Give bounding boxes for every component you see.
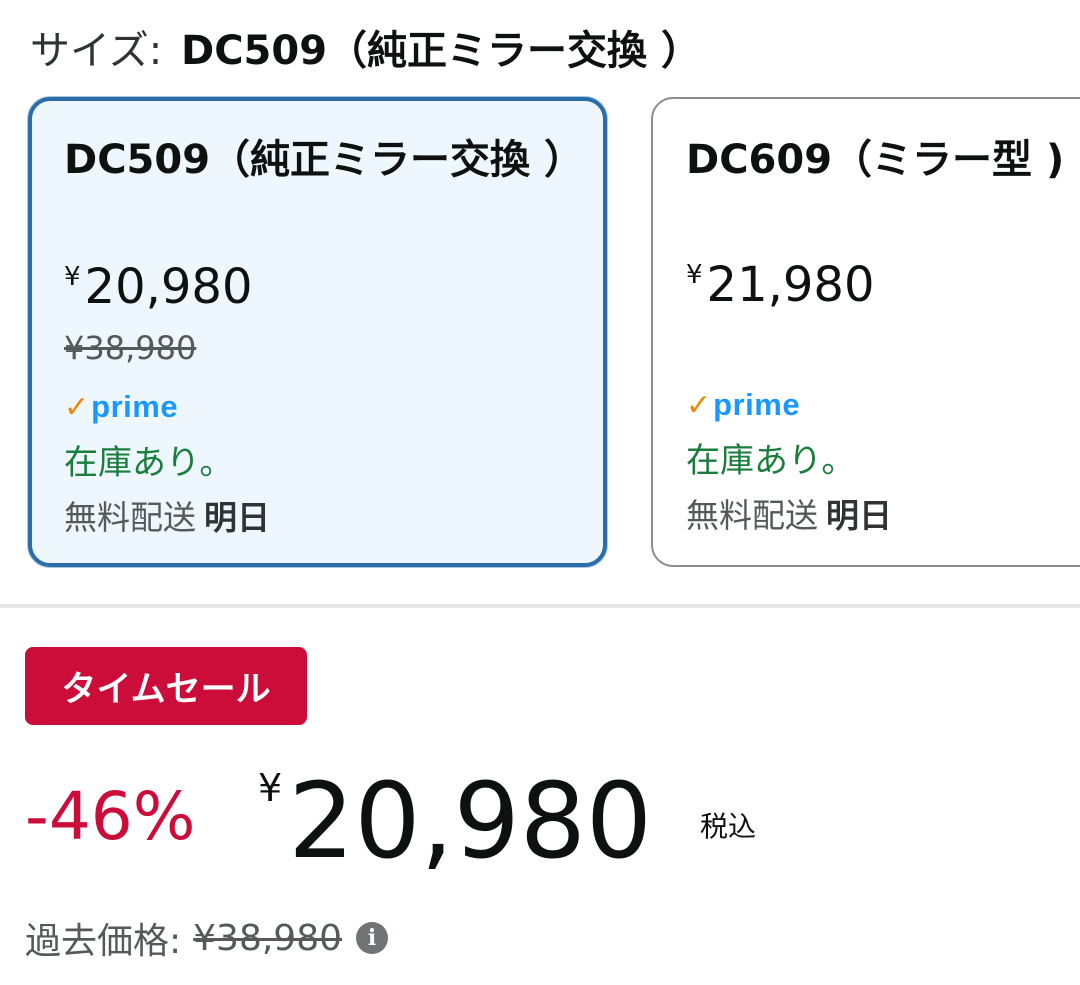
past-price-label: 過去価格: [25, 921, 182, 962]
option-name: DC509（純正ミラー交換 ） [64, 137, 584, 183]
deal-price-value: 20,980 [288, 760, 653, 882]
prime-check-icon: ✓ [686, 387, 712, 423]
yen-symbol: ¥ [686, 260, 703, 290]
stock-status: 在庫あり。 [686, 441, 856, 481]
size-option-dc509[interactable]: DC509（純正ミラー交換 ） ¥20,980 ¥38,980 ✓ prime … [28, 97, 607, 567]
tax-included-note: 税込 [700, 810, 757, 843]
size-label: サイズ: [30, 28, 163, 74]
option-price: ¥20,980 [64, 259, 253, 315]
section-divider [0, 604, 1080, 608]
size-option-dc609[interactable]: DC609（ミラー型 ) ¥21,980 ✓ prime 在庫あり。 無料配送明… [651, 97, 1080, 567]
delivery-info: 無料配送 明日 [64, 491, 270, 539]
past-price-row: 過去価格: ¥38,980 i [25, 912, 389, 964]
yen-symbol: ¥ [64, 262, 81, 292]
time-sale-badge: タイムセール [25, 647, 307, 725]
prime-badge: ✓ prime [686, 387, 800, 423]
prime-check-icon: ✓ [64, 389, 90, 425]
option-price-value: 20,980 [84, 259, 253, 315]
prime-badge: ✓ prime [64, 389, 178, 425]
discount-percent: -46% [25, 778, 196, 855]
info-icon[interactable]: i [356, 922, 389, 954]
option-name: DC609（ミラー型 ) [686, 137, 1065, 183]
yen-symbol: ¥ [258, 766, 283, 810]
option-price-value: 21,980 [706, 257, 875, 313]
deal-price: ¥20,980 [258, 760, 652, 882]
option-price: ¥21,980 [686, 257, 875, 313]
delivery-info: 無料配送 明日 [686, 489, 892, 537]
past-price-value: ¥38,980 [193, 917, 343, 959]
size-selected-value: DC509（純正ミラー交換 ） [181, 28, 701, 74]
prime-wordmark: prime [91, 389, 179, 424]
option-list-price: ¥38,980 [64, 329, 197, 367]
stock-status: 在庫あり。 [64, 443, 234, 483]
delivery-label: 無料配送 [686, 496, 818, 535]
delivery-day: 明日 [826, 496, 892, 535]
prime-wordmark: prime [713, 387, 801, 422]
delivery-label: 無料配送 [64, 498, 196, 537]
delivery-day: 明日 [204, 498, 270, 537]
size-selector-row: サイズ: DC509（純正ミラー交換 ） [30, 18, 701, 76]
